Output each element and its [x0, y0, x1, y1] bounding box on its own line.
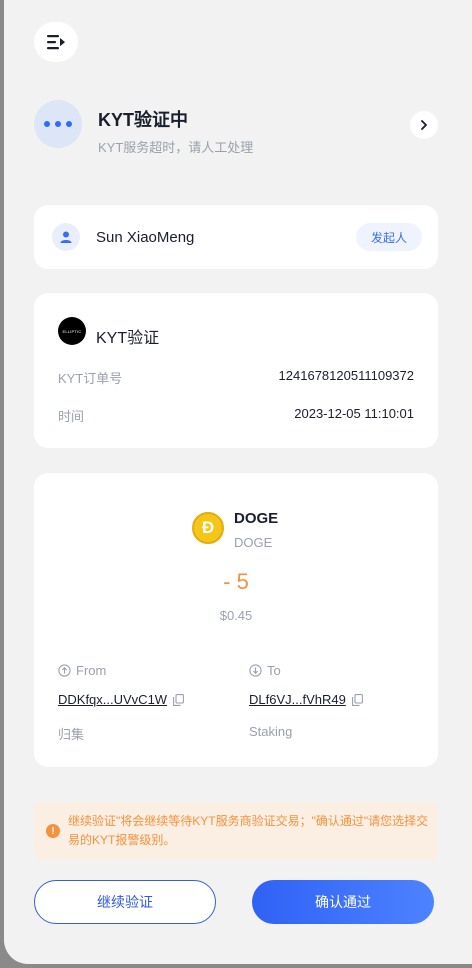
coin-name: DOGE	[234, 510, 279, 527]
notice-banner: ! 继续验证"将会继续等待KYT服务商验证交易；"确认通过"请您选择交易的KYT…	[34, 802, 438, 860]
time-value: 2023-12-05 11:10:01	[294, 406, 414, 421]
menu-collapse-icon	[47, 35, 65, 50]
verification-status[interactable]: KYT验证中 KYT服务超时，请人工处理	[34, 98, 440, 156]
from-label: From	[76, 663, 107, 678]
time-label: 时间	[58, 409, 85, 424]
arrow-up-circle-icon	[58, 664, 71, 677]
from-header: From	[58, 663, 106, 678]
user-icon	[52, 223, 80, 251]
from-address[interactable]: DDKfqx...UVvC1W	[58, 692, 185, 707]
menu-toggle-button[interactable]	[34, 22, 78, 62]
pending-icon	[34, 100, 82, 148]
confirm-pass-button[interactable]: 确认通过	[252, 880, 434, 924]
coin-network: DOGE	[234, 535, 273, 550]
transaction-amount: - 5	[223, 569, 249, 594]
continue-verification-button[interactable]: 继续验证	[34, 880, 216, 924]
to-header: To	[249, 663, 281, 678]
from-address-text: DDKfqx...UVvC1W	[58, 692, 168, 707]
initiator-name: Sun XiaoMeng	[96, 229, 195, 246]
doge-coin-icon: Ð	[192, 512, 224, 544]
chevron-right-icon[interactable]	[410, 111, 438, 139]
arrow-down-circle-icon	[249, 664, 262, 677]
copy-icon[interactable]	[173, 693, 185, 706]
status-subtitle: KYT服务超时，请人工处理	[98, 140, 254, 155]
from-tag: 归集	[58, 727, 85, 742]
initiator-badge: 发起人	[356, 223, 422, 251]
to-address[interactable]: DLf6VJ...fVhR49	[249, 692, 363, 707]
to-tag: Staking	[249, 724, 293, 739]
order-label: KYT订单号	[58, 371, 123, 386]
elliptic-logo: ELLIPTIC	[58, 317, 86, 345]
order-value: 1241678120511109372	[278, 368, 414, 383]
to-label: To	[267, 663, 281, 678]
notice-text: 继续验证"将会继续等待KYT服务商验证交易；"确认通过"请您选择交易的KYT报警…	[68, 814, 429, 847]
kyt-card: ELLIPTIC KYT验证 KYT订单号 124167812051110937…	[34, 293, 438, 448]
to-address-text: DLf6VJ...fVhR49	[249, 692, 346, 707]
approval-panel: KYT验证中 KYT服务超时，请人工处理 Sun XiaoMeng 发起人 EL…	[4, 0, 472, 964]
status-title: KYT验证中	[98, 110, 188, 130]
initiator-card: Sun XiaoMeng 发起人	[34, 205, 438, 269]
transaction-card: Ð DOGE DOGE - 5 $0.45 From DDKfqx...UVvC…	[34, 473, 438, 767]
transaction-usd-value: $0.45	[219, 608, 253, 623]
copy-icon[interactable]	[351, 693, 363, 706]
kyt-title: KYT验证	[96, 330, 160, 347]
warning-icon: !	[46, 824, 60, 838]
